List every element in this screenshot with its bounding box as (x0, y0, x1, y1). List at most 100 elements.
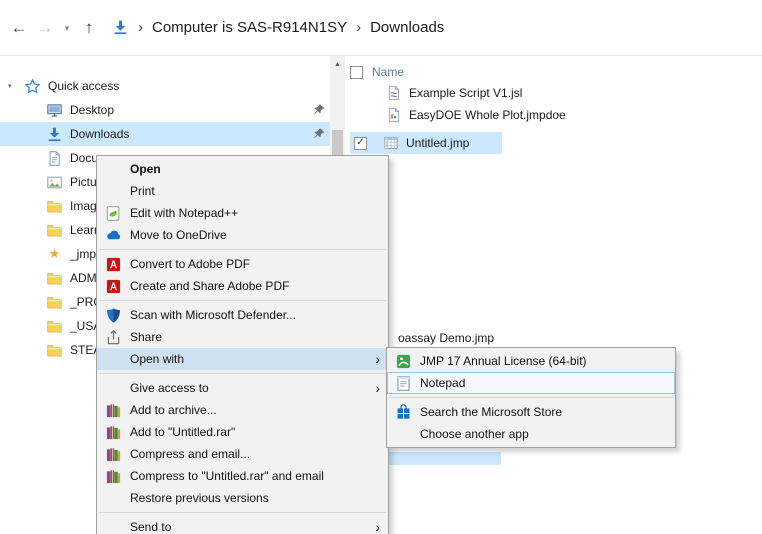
file-row-easydoe[interactable]: EasyDOE Whole Plot.jmpdoe (386, 104, 566, 126)
menu-item-label: Add to "Untitled.rar" (130, 425, 236, 439)
share-icon (105, 329, 122, 346)
up-button[interactable]: ↑ (76, 14, 102, 42)
file-name: EasyDOE Whole Plot.jmpdoe (409, 108, 566, 122)
breadcrumb-device[interactable]: Computer is SAS-R914N1SY (152, 19, 347, 36)
defender-shield-icon (105, 307, 122, 324)
menu-separator (99, 300, 386, 301)
jmp-table-file-icon (383, 135, 399, 151)
menu-item-open-with[interactable]: Open with › (97, 348, 388, 370)
forward-button[interactable]: → (32, 14, 58, 42)
menu-item-label: Give access to (130, 381, 209, 395)
quick-access-star-icon (24, 78, 41, 95)
menu-item-give-access-to[interactable]: Give access to › (97, 377, 388, 399)
check-icon: ✓ (356, 137, 365, 148)
partially-occluded-file-name[interactable]: oassay Demo.jmp (398, 331, 494, 345)
menu-item-label: Open (130, 162, 161, 176)
winrar-icon (105, 468, 122, 485)
recent-locations-button[interactable]: ▾ (58, 14, 76, 42)
document-icon (46, 150, 63, 167)
menu-item-label: Create and Share Adobe PDF (130, 279, 290, 293)
menu-item-convert-to-adobe-pdf[interactable]: Convert to Adobe PDF (97, 253, 388, 275)
file-row-untitled[interactable]: ✓ Untitled.jmp (350, 132, 502, 154)
pin-icon[interactable] (312, 103, 326, 117)
pictures-icon (46, 174, 63, 191)
menu-item-compress-to-untitled-rar-and-email[interactable]: Compress to "Untitled.rar" and email (97, 465, 388, 487)
menu-item-move-to-onedrive[interactable]: Move to OneDrive (97, 224, 388, 246)
breadcrumb: › Computer is SAS-R914N1SY › Downloads (112, 0, 444, 55)
breadcrumb-folder[interactable]: Downloads (370, 19, 444, 36)
pin-icon[interactable] (312, 127, 326, 141)
menu-item-share[interactable]: Share (97, 326, 388, 348)
menu-separator (99, 373, 386, 374)
menu-item-label: Notepad (420, 376, 466, 390)
menu-icon-slot (105, 183, 122, 200)
adobe-pdf-icon (105, 278, 122, 295)
menu-item-open[interactable]: Open (97, 158, 388, 180)
navigation-buttons: ← → ▾ ↑ (6, 13, 102, 43)
file-explorer-window: ← → ▾ ↑ › Computer is SAS-R914N1SY › Dow… (0, 0, 762, 534)
scroll-up-button[interactable]: ▲ (330, 56, 345, 72)
toolbar: ← → ▾ ↑ › Computer is SAS-R914N1SY › Dow… (0, 0, 762, 56)
list-header: Name (350, 62, 404, 82)
partially-visible-selected-row[interactable] (389, 452, 501, 465)
menu-item-label: JMP 17 Annual License (64-bit) (420, 354, 587, 368)
notepad-plus-plus-icon (105, 205, 122, 222)
menu-item-label: Choose another app (420, 427, 529, 441)
submenu-item-search-microsoft-store[interactable]: Search the Microsoft Store (387, 401, 675, 423)
scroll-up-icon: ▲ (334, 60, 341, 68)
menu-item-create-and-share-adobe-pdf[interactable]: Create and Share Adobe PDF (97, 275, 388, 297)
menu-item-scan-with-defender[interactable]: Scan with Microsoft Defender... (97, 304, 388, 326)
context-menu: Open Print Edit with Notepad++ Move to O… (96, 155, 389, 534)
menu-item-label: Print (130, 184, 155, 198)
jmp-app-icon (395, 353, 412, 370)
submenu-arrow-icon: › (375, 351, 380, 367)
menu-item-edit-with-notepadpp[interactable]: Edit with Notepad++ (97, 202, 388, 224)
menu-separator (99, 249, 386, 250)
file-row-example-script[interactable]: Example Script V1.jsl (386, 82, 522, 104)
menu-item-add-to-untitled-rar[interactable]: Add to "Untitled.rar" (97, 421, 388, 443)
menu-separator (99, 512, 386, 513)
submenu-item-jmp-17[interactable]: JMP 17 Annual License (64-bit) (387, 350, 675, 372)
adobe-pdf-icon (105, 256, 122, 273)
menu-icon-slot (105, 490, 122, 507)
menu-item-label: Compress and email... (130, 447, 251, 461)
folder-icon (46, 342, 63, 359)
sidebar-item-downloads[interactable]: Downloads (0, 122, 330, 146)
menu-icon-slot (105, 161, 122, 178)
menu-item-add-to-archive[interactable]: Add to archive... (97, 399, 388, 421)
menu-item-label: Restore previous versions (130, 491, 269, 505)
forward-icon: → (36, 18, 54, 37)
menu-item-compress-and-email[interactable]: Compress and email... (97, 443, 388, 465)
breadcrumb-separator-icon: › (138, 19, 143, 36)
folder-icon (46, 198, 63, 215)
submenu-item-notepad[interactable]: Notepad (387, 372, 675, 394)
sidebar-item-label: Quick access (48, 79, 120, 93)
back-button[interactable]: ← (6, 14, 32, 42)
sidebar-item-desktop[interactable]: Desktop (0, 98, 330, 122)
menu-item-send-to[interactable]: Send to › (97, 516, 388, 534)
menu-item-label: Send to (130, 520, 172, 534)
submenu-item-choose-another-app[interactable]: Choose another app (387, 423, 675, 445)
item-checkbox[interactable]: ✓ (354, 136, 367, 150)
menu-item-print[interactable]: Print (97, 180, 388, 202)
jsl-file-icon (386, 85, 402, 101)
column-header-name[interactable]: Name (372, 65, 404, 79)
submenu-arrow-icon: › (375, 519, 380, 534)
menu-icon-slot (105, 519, 122, 534)
menu-item-restore-previous-versions[interactable]: Restore previous versions (97, 487, 388, 509)
menu-item-label: Search the Microsoft Store (420, 405, 563, 419)
microsoft-store-icon (395, 404, 412, 421)
sidebar-item-label: Downloads (70, 127, 130, 141)
menu-item-label: Open with (130, 352, 185, 366)
file-name: Untitled.jmp (406, 136, 470, 150)
menu-separator (389, 397, 673, 398)
sidebar-item-quick-access[interactable]: ▾ Quick access (0, 74, 330, 98)
winrar-icon (105, 402, 122, 419)
select-all-checkbox[interactable] (350, 65, 363, 79)
menu-item-label: Compress to "Untitled.rar" and email (130, 469, 324, 483)
expander-chevron-icon[interactable]: ▾ (8, 82, 12, 90)
open-with-submenu: JMP 17 Annual License (64-bit) Notepad S… (386, 347, 676, 448)
sidebar-item-label: Desktop (70, 103, 115, 117)
downloads-folder-icon (112, 19, 129, 36)
breadcrumb-separator-icon: › (356, 19, 362, 36)
